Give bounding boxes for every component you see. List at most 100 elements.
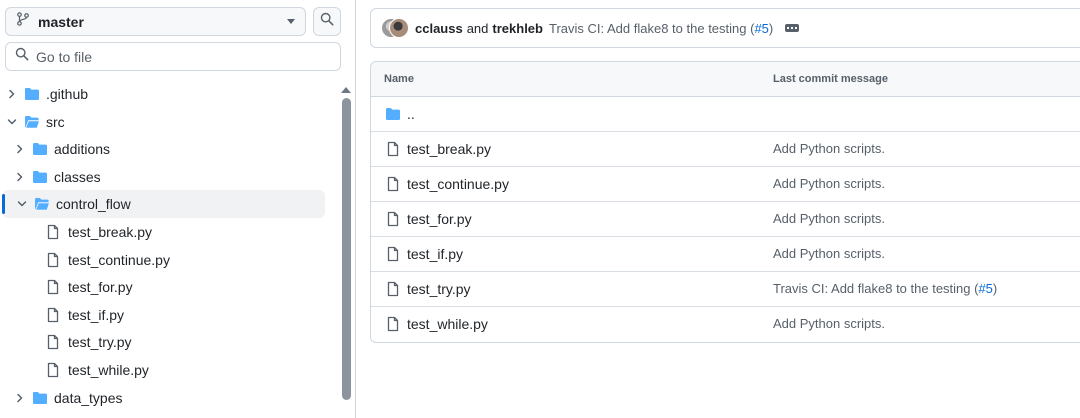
scroll-up-arrow-icon[interactable] — [341, 87, 351, 93]
commit-and-text: and — [466, 20, 489, 36]
commit-message-link[interactable]: Add Python scripts. — [773, 141, 885, 156]
commit-message-suffix: ) — [768, 20, 774, 36]
tree-item-label: test_try.py — [68, 334, 132, 350]
file-icon — [45, 224, 61, 240]
file-icon — [385, 246, 401, 262]
file-name-link[interactable]: test_continue.py — [407, 176, 509, 192]
commit-message-text[interactable]: Travis CI: Add flake8 to the testing ( — [549, 21, 754, 36]
file-icon — [45, 252, 61, 268]
file-name-link[interactable]: test_try.py — [407, 281, 471, 297]
table-row[interactable]: test_if.py Add Python scripts. — [371, 237, 1080, 272]
commit-author-link[interactable]: trekhleb — [492, 21, 543, 36]
chevron-right-icon[interactable] — [6, 88, 18, 100]
latest-commit-bar: cclauss and trekhleb Travis CI: Add flak… — [370, 8, 1080, 48]
chevron-right-icon[interactable] — [14, 392, 26, 404]
expand-commit-button[interactable] — [785, 24, 800, 32]
tree-item-label: test_break.py — [68, 224, 153, 240]
tree-folder-src[interactable]: src — [0, 108, 325, 136]
file-icon — [385, 281, 401, 297]
scrollbar-thumb[interactable] — [342, 98, 351, 400]
table-header: Name Last commit message — [371, 62, 1080, 97]
chevron-down-icon — [287, 19, 295, 24]
tree-item-label: test_if.py — [68, 307, 125, 323]
file-icon — [385, 211, 401, 227]
folder-icon — [24, 86, 40, 102]
tree-item-label: test_for.py — [68, 279, 133, 295]
avatar[interactable] — [389, 18, 409, 38]
pull-request-link[interactable]: #5 — [754, 21, 768, 36]
table-row[interactable]: test_break.py Add Python scripts. — [371, 132, 1080, 167]
branch-selector-button[interactable]: master — [5, 7, 306, 36]
tree-item-label: test_continue.py — [68, 252, 170, 268]
search-icon — [320, 12, 334, 31]
tree-file-test-continue-py[interactable]: test_continue.py — [0, 246, 325, 274]
active-indicator — [2, 194, 5, 214]
tree-folder-control-flow[interactable]: control_flow — [2, 190, 325, 218]
tree-file-test-for-py[interactable]: test_for.py — [0, 273, 325, 301]
chevron-down-icon[interactable] — [16, 198, 28, 210]
file-list-table: Name Last commit message .. test_break.p… — [370, 61, 1080, 343]
tree-file-test-break-py[interactable]: test_break.py — [0, 218, 325, 246]
chevron-right-icon[interactable] — [14, 143, 26, 155]
folder-icon — [385, 106, 401, 122]
commit-author-link[interactable]: cclauss — [415, 21, 463, 36]
file-name-link[interactable]: test_if.py — [407, 246, 463, 262]
file-tree-sidebar: master Go to file .github src additions cla… — [0, 0, 356, 418]
commit-message-link[interactable]: Add Python scripts. — [773, 316, 885, 331]
table-row[interactable]: test_while.py Add Python scripts. — [371, 307, 1080, 342]
search-button[interactable] — [313, 7, 341, 36]
file-icon — [45, 362, 61, 378]
go-to-file-input[interactable]: Go to file — [5, 42, 341, 71]
folder-open-icon — [34, 196, 50, 212]
tree-folder-data-types[interactable]: data_types — [0, 384, 325, 412]
commit-message-link[interactable]: Add Python scripts. — [773, 246, 885, 261]
tree-item-label: test_while.py — [68, 362, 149, 378]
file-icon — [45, 279, 61, 295]
tree-file-test-try-py[interactable]: test_try.py — [0, 328, 325, 356]
tree-item-label: classes — [54, 169, 101, 185]
commit-message[interactable]: Travis CI: Add flake8 to the testing (#5… — [549, 21, 773, 36]
file-name-link[interactable]: test_break.py — [407, 141, 491, 157]
tree-item-label: data_types — [54, 390, 123, 406]
branch-label: master — [38, 13, 84, 30]
tree-file-test-while-py[interactable]: test_while.py — [0, 356, 325, 384]
chevron-down-icon[interactable] — [6, 116, 18, 128]
tree-folder-classes[interactable]: classes — [0, 163, 325, 191]
file-name-link[interactable]: test_for.py — [407, 211, 472, 227]
go-to-file-placeholder: Go to file — [36, 48, 93, 65]
tree-file-test-if-py[interactable]: test_if.py — [0, 301, 325, 329]
file-icon — [45, 307, 61, 323]
tree-folder-additions[interactable]: additions — [0, 135, 325, 163]
tree-item-label: src — [46, 114, 65, 130]
commit-message-link[interactable]: Travis CI: Add flake8 to the testing (#5… — [773, 281, 997, 296]
tree-item-label: .github — [46, 86, 89, 102]
file-icon — [385, 141, 401, 157]
file-icon — [45, 334, 61, 350]
commit-message-link[interactable]: Add Python scripts. — [773, 176, 885, 191]
chevron-right-icon[interactable] — [14, 171, 26, 183]
git-branch-icon — [16, 12, 30, 31]
column-header-last-commit: Last commit message — [773, 73, 888, 85]
table-row[interactable]: test_for.py Add Python scripts. — [371, 202, 1080, 237]
parent-directory-row[interactable]: .. — [371, 97, 1080, 132]
commit-message-link[interactable]: Add Python scripts. — [773, 211, 885, 226]
author-avatars[interactable] — [381, 18, 409, 38]
folder-icon — [32, 390, 48, 406]
commit-message-suffix: ) — [992, 281, 998, 296]
file-icon — [385, 176, 401, 192]
parent-directory-link[interactable]: .. — [407, 106, 415, 122]
file-name-link[interactable]: test_while.py — [407, 316, 488, 332]
pull-request-link[interactable]: #5 — [978, 281, 992, 296]
table-row[interactable]: test_try.py Travis CI: Add flake8 to the … — [371, 272, 1080, 307]
commit-message-text[interactable]: Travis CI: Add flake8 to the testing ( — [773, 281, 978, 296]
folder-open-icon — [24, 114, 40, 130]
file-icon — [385, 316, 401, 332]
column-header-name: Name — [384, 73, 414, 85]
tree-folder-github[interactable]: .github — [0, 80, 325, 108]
tree-item-label: control_flow — [56, 196, 131, 212]
folder-icon — [32, 169, 48, 185]
folder-icon — [32, 141, 48, 157]
table-row[interactable]: test_continue.py Add Python scripts. — [371, 167, 1080, 202]
search-icon — [15, 47, 29, 66]
tree-item-label: additions — [54, 141, 111, 157]
